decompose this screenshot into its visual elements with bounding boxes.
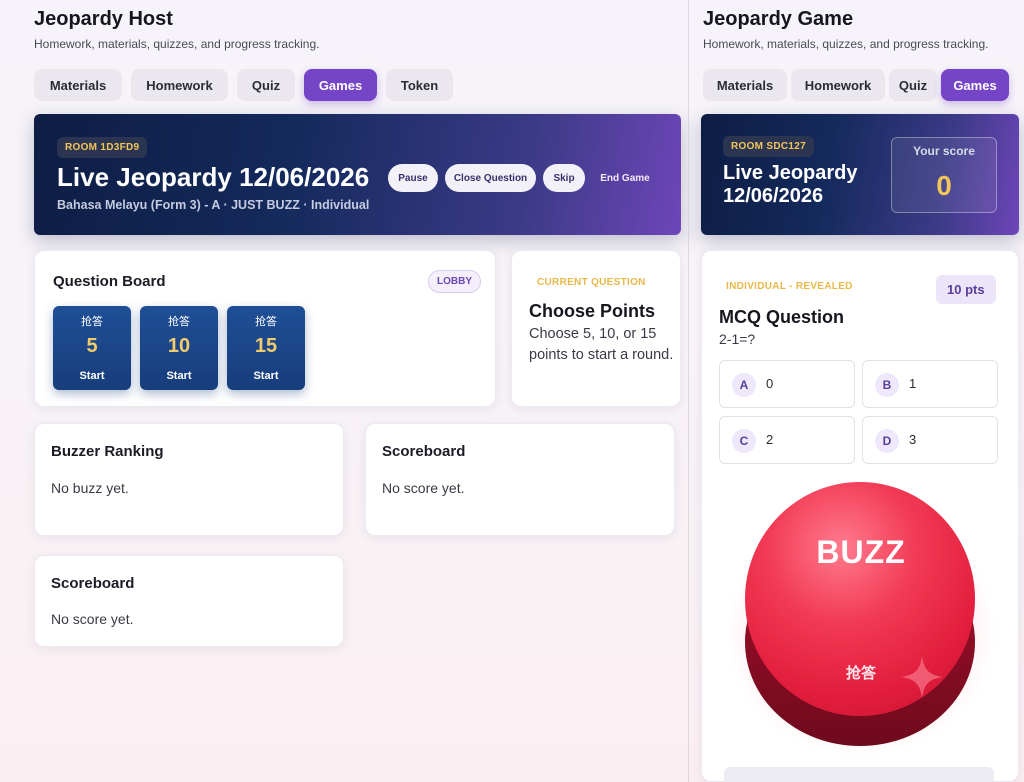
option-letter: C [732, 429, 756, 453]
tab-quiz[interactable]: Quiz [237, 69, 295, 101]
buzzer-ranking-empty: No buzz yet. [51, 480, 129, 496]
tile-category: 抢答 [255, 316, 277, 328]
option-text: 2 [766, 432, 774, 447]
your-score-label: Your score [913, 144, 975, 158]
points-tile-10[interactable]: 抢答 10 Start [140, 306, 218, 390]
host-subtitle: Homework, materials, quizzes, and progre… [34, 37, 320, 51]
tab-token[interactable]: Token [386, 69, 453, 101]
scoreboard-title: Scoreboard [382, 443, 466, 460]
option-text: 1 [909, 376, 917, 391]
game-title-line2: 12/06/2026 [723, 185, 824, 207]
option-letter: B [875, 373, 899, 397]
tile-start-label: Start [79, 370, 105, 382]
current-question-text: Choose 5, 10, or 15 points to start a ro… [529, 326, 674, 363]
player-tabs: Materials Homework Quiz Games [703, 69, 1009, 101]
close-question-button[interactable]: Close Question [445, 164, 536, 192]
option-text: 0 [766, 376, 774, 391]
skip-button[interactable]: Skip [543, 164, 585, 192]
question-points-badge: 10 pts [936, 275, 996, 304]
current-question-title: Choose Points [529, 301, 656, 321]
current-question-label: CURRENT QUESTION [537, 277, 646, 288]
question-prompt: 2-1=? [719, 331, 756, 347]
option-b[interactable]: B 1 [862, 360, 998, 408]
question-board-title: Question Board [53, 273, 166, 290]
tile-points: 5 [86, 335, 98, 357]
tile-category: 抢答 [168, 316, 190, 328]
tab-games[interactable]: Games [304, 69, 377, 101]
tab-homework[interactable]: Homework [131, 69, 228, 101]
host-title: Jeopardy Host [34, 8, 173, 30]
game-subtitle: Bahasa Melayu (Form 3) - A · JUST BUZZ ·… [57, 198, 370, 212]
tab-quiz[interactable]: Quiz [889, 69, 937, 101]
tile-points: 15 [254, 335, 278, 357]
option-letter: D [875, 429, 899, 453]
tile-category: 抢答 [81, 316, 103, 328]
buzzer-ranking-card: Buzzer Ranking No buzz yet. [34, 423, 344, 536]
lobby-status-badge: LOBBY [428, 270, 481, 293]
option-d[interactable]: D 3 [862, 416, 998, 464]
host-panel: Jeopardy Host Homework, materials, quizz… [0, 0, 688, 782]
scoreboard-empty: No score yet. [382, 480, 465, 496]
pause-button[interactable]: Pause [388, 164, 438, 192]
game-title-line1: Live Jeopardy [723, 162, 858, 184]
scoreboard-title: Scoreboard [51, 575, 135, 592]
tab-homework[interactable]: Homework [791, 69, 885, 101]
points-tile-15[interactable]: 抢答 15 Start [227, 306, 305, 390]
option-letter: A [732, 373, 756, 397]
option-text: 3 [909, 432, 917, 447]
current-question-card: CURRENT QUESTION Choose Points Choose 5,… [511, 250, 681, 407]
game-title: Live Jeopardy 12/06/2026 [57, 162, 370, 192]
question-board-card: Question Board LOBBY 抢答 5 Start 抢答 10 St… [34, 250, 496, 407]
points-tile-5[interactable]: 抢答 5 Start [53, 306, 131, 390]
question-title: MCQ Question [719, 307, 844, 327]
tab-materials[interactable]: Materials [34, 69, 122, 101]
question-status-label: INDIVIDUAL - REVEALED [726, 281, 853, 292]
your-score-box: Your score 0 [891, 137, 997, 213]
end-game-button[interactable]: End Game [592, 164, 658, 192]
room-code-badge: ROOM 1D3FD9 [57, 137, 148, 158]
scoreboard-card: Scoreboard No score yet. [365, 423, 675, 536]
option-a[interactable]: A 0 [719, 360, 855, 408]
player-panel: Jeopardy Game Homework, materials, quizz… [689, 0, 1024, 782]
tile-start-label: Start [253, 370, 279, 382]
player-title: Jeopardy Game [703, 8, 854, 30]
buzz-button[interactable]: BUZZ 抢答 [713, 478, 1009, 768]
scoreboard-card-secondary: Scoreboard No score yet. [34, 555, 344, 647]
bottom-action-strip [724, 767, 994, 782]
scoreboard-empty: No score yet. [51, 611, 134, 627]
tab-materials[interactable]: Materials [703, 69, 787, 101]
host-tabs: Materials Homework Quiz Games Token [34, 69, 453, 101]
player-hero-banner: ROOM SDC127 Live Jeopardy 12/06/2026 You… [701, 114, 1019, 235]
tile-start-label: Start [166, 370, 192, 382]
your-score-value: 0 [936, 170, 952, 201]
sparkle-icon [901, 656, 943, 698]
tile-points: 10 [167, 335, 191, 357]
room-code-badge: ROOM SDC127 [723, 136, 814, 157]
host-hero-banner: ROOM 1D3FD9 Live Jeopardy 12/06/2026 Bah… [34, 114, 681, 235]
buzz-label: BUZZ [816, 534, 906, 570]
buzzer-ranking-title: Buzzer Ranking [51, 443, 164, 460]
tab-games[interactable]: Games [941, 69, 1009, 101]
option-c[interactable]: C 2 [719, 416, 855, 464]
player-subtitle: Homework, materials, quizzes, and progre… [703, 37, 989, 51]
